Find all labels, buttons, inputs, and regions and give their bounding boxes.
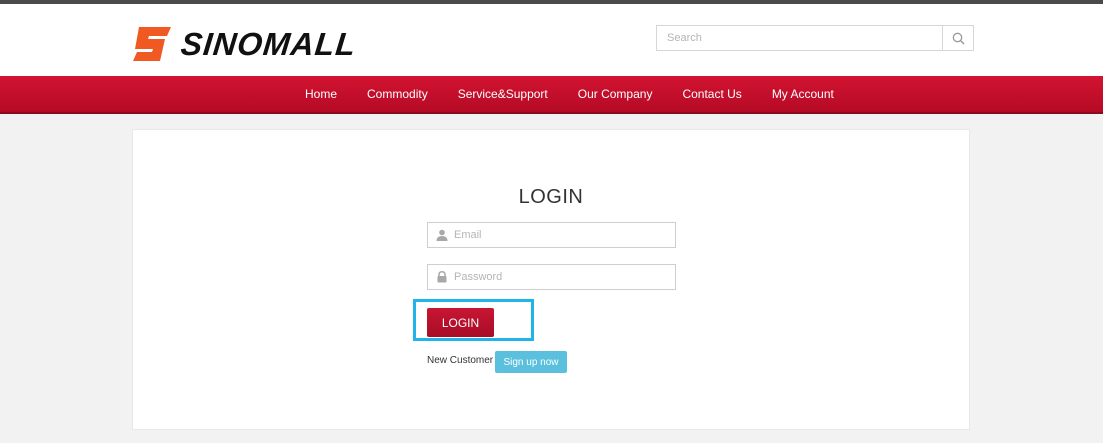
- nav-our-company[interactable]: Our Company: [563, 76, 668, 112]
- search-button[interactable]: [942, 26, 973, 50]
- nav-my-account[interactable]: My Account: [757, 76, 849, 112]
- login-card: LOGIN LOGIN New Customer Sign up now: [132, 129, 970, 430]
- main-nav: Home Commodity Service&Support Our Compa…: [0, 76, 1103, 114]
- nav-commodity[interactable]: Commodity: [352, 76, 443, 112]
- search-input[interactable]: [657, 26, 941, 50]
- brand-name: SINOMALL: [179, 25, 359, 62]
- sinomall-logo-icon: [133, 27, 171, 61]
- password-field[interactable]: [454, 265, 672, 289]
- lock-icon: [437, 271, 447, 283]
- email-field-wrapper: [427, 222, 676, 248]
- header: SINOMALL: [0, 4, 1103, 76]
- new-customer-label: New Customer: [427, 355, 494, 366]
- nav-contact-us[interactable]: Contact Us: [667, 76, 756, 112]
- logo[interactable]: SINOMALL: [133, 24, 359, 64]
- email-field[interactable]: [454, 223, 672, 247]
- login-button[interactable]: LOGIN: [427, 308, 494, 337]
- password-field-wrapper: [427, 264, 676, 290]
- user-icon: [436, 229, 448, 241]
- nav-home[interactable]: Home: [290, 76, 352, 112]
- login-title: LOGIN: [518, 186, 584, 208]
- signup-button[interactable]: Sign up now: [495, 351, 567, 373]
- search-box: [656, 25, 974, 51]
- nav-service-support[interactable]: Service&Support: [443, 76, 563, 112]
- search-icon: [952, 32, 965, 45]
